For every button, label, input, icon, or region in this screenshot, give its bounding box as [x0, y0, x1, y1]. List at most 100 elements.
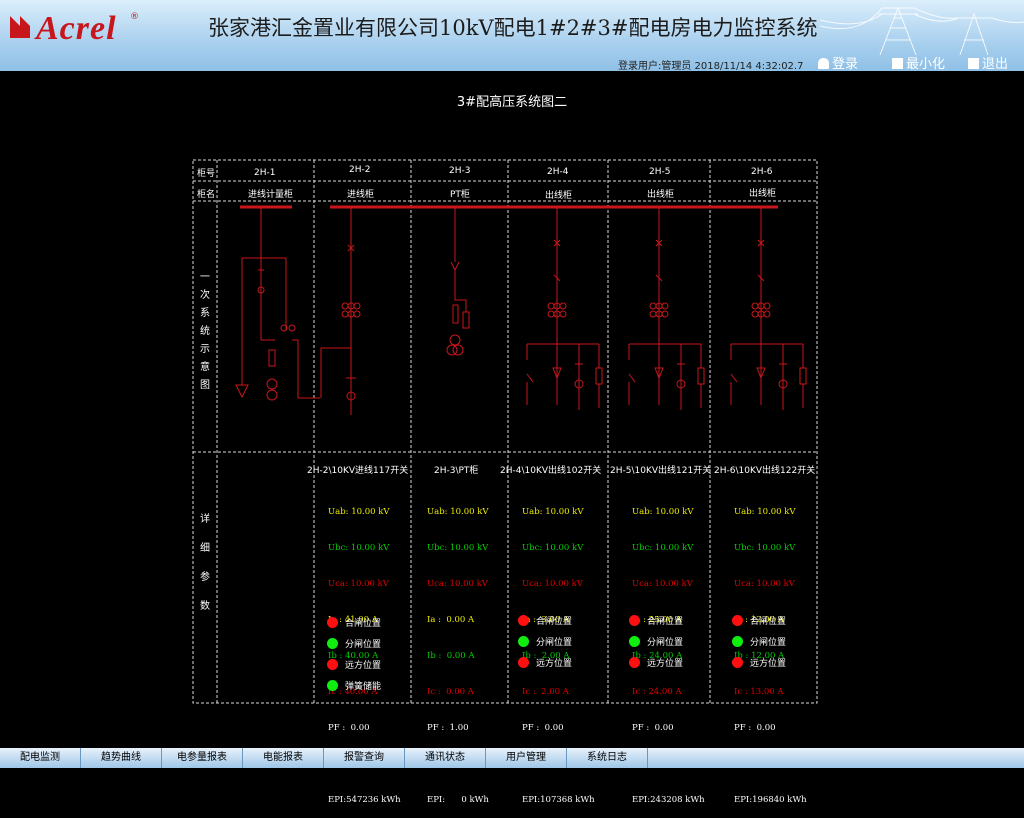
- status-remote: 远方位置: [518, 652, 572, 673]
- cabinet-2H-2-circuit: [320, 207, 361, 415]
- param-pf: PF : 0.00: [734, 723, 776, 733]
- param-uca: Uca: 10.00 kV: [734, 579, 795, 589]
- nav-tab-alarm-query[interactable]: 报警查询: [324, 748, 405, 768]
- param-uca: Uca: 10.00 kV: [632, 579, 693, 589]
- param-ubc: Ubc: 10.00 kV: [427, 543, 489, 553]
- label-char: 数: [200, 601, 210, 612]
- cabinet-no-2H-2: 2H-2: [349, 165, 371, 175]
- label-char: 参: [200, 572, 210, 583]
- status-open: 分闸位置: [327, 633, 381, 654]
- label-char: 示: [200, 344, 210, 355]
- status-label: 分闸位置: [345, 640, 382, 650]
- param-epi: EPI:243208 kWh: [632, 795, 705, 805]
- param-epi: EPI:547236 kWh: [328, 795, 401, 805]
- param-ic: Ic : 13.00 A: [734, 687, 784, 697]
- status-closed: 合闸位置: [732, 610, 786, 631]
- status-list-2H-4: 合闸位置 分闸位置 远方位置: [518, 610, 572, 673]
- cabinet-no-2H-1: 2H-1: [254, 168, 276, 178]
- nav-tab-trend-curve[interactable]: 趋势曲线: [81, 748, 162, 768]
- label-char: 图: [200, 380, 210, 391]
- status-remote: 远方位置: [327, 654, 381, 675]
- param-pf: PF : 0.00: [632, 723, 674, 733]
- status-led-icon: [518, 636, 529, 647]
- single-line-diagram: [192, 159, 818, 704]
- status-remote: 远方位置: [629, 652, 683, 673]
- row-label-cabinet-no: 柜号: [197, 169, 216, 179]
- param-epi: EPI:196840 kWh: [734, 795, 807, 805]
- feeder-circuit: [628, 207, 705, 410]
- cabinet-name-2H-4: 出线柜: [545, 191, 573, 201]
- panel-title-2H-5: 2H-5\10KV出线121开关: [610, 466, 712, 476]
- param-epi: EPI:107368 kWh: [522, 795, 595, 805]
- cabinet-name-2H-6: 出线柜: [749, 189, 777, 199]
- cabinet-no-2H-3: 2H-3: [449, 166, 471, 176]
- label-char: 次: [200, 290, 210, 301]
- table-grid: [192, 159, 818, 704]
- panel-title-2H-4: 2H-4\10KV出线102开关: [500, 466, 602, 476]
- param-ubc: Ubc: 10.00 kV: [522, 543, 584, 553]
- param-uca: Uca: 10.00 kV: [427, 579, 488, 589]
- param-ic: Ic : 24.00 A: [632, 687, 682, 697]
- nav-tab-system-log[interactable]: 系统日志: [567, 748, 648, 768]
- param-uab: Uab: 10.00 kV: [632, 507, 694, 517]
- status-led-icon: [327, 659, 338, 670]
- label-char: 细: [200, 543, 210, 554]
- status-led-icon: [327, 638, 338, 649]
- status-label: 弹簧储能: [345, 682, 382, 692]
- outgoing-feeders: [526, 207, 807, 410]
- param-epi: EPI: 0 kWh: [427, 795, 489, 805]
- label-char: 统: [200, 326, 210, 337]
- status-label: 分闸位置: [536, 638, 573, 648]
- status-closed: 合闸位置: [629, 610, 683, 631]
- label-char: 意: [200, 362, 210, 373]
- param-ubc: Ubc: 10.00 kV: [328, 543, 390, 553]
- cabinet-2H-1-circuit: [235, 207, 320, 401]
- status-label: 合闸位置: [647, 617, 684, 627]
- nav-tab-parameter-report[interactable]: 电参量报表: [162, 748, 243, 768]
- status-led-icon: [518, 657, 529, 668]
- row-label-cabinet-name: 柜名: [197, 190, 216, 200]
- label-char: 一: [200, 272, 210, 283]
- param-uab: Uab: 10.00 kV: [328, 507, 390, 517]
- status-list-2H-5: 合闸位置 分闸位置 远方位置: [629, 610, 683, 673]
- panel-title-2H-2: 2H-2\10KV进线117开关: [307, 466, 409, 476]
- param-pf: PF : 0.00: [328, 723, 370, 733]
- status-label: 远方位置: [750, 659, 787, 669]
- status-led-icon: [629, 657, 640, 668]
- status-label: 远方位置: [345, 661, 382, 671]
- status-label: 分闸位置: [647, 638, 684, 648]
- cabinet-no-2H-5: 2H-5: [649, 167, 671, 177]
- nav-tab-energy-report[interactable]: 电能报表: [243, 748, 324, 768]
- param-uca: Uca: 10.00 kV: [522, 579, 583, 589]
- status-led-icon: [327, 680, 338, 691]
- cabinet-name-2H-2: 进线柜: [347, 190, 375, 200]
- nav-tab-comm-status[interactable]: 通讯状态: [405, 748, 486, 768]
- cabinet-no-2H-4: 2H-4: [547, 167, 569, 177]
- cabinet-no-2H-6: 2H-6: [751, 167, 773, 177]
- cabinet-name-2H-1: 进线计量柜: [248, 190, 294, 200]
- param-uca: Uca: 10.00 kV: [328, 579, 389, 589]
- status-closed: 合闸位置: [327, 612, 381, 633]
- nav-tab-user-management[interactable]: 用户管理: [486, 748, 567, 768]
- nav-tab-power-monitor[interactable]: 配电监测: [0, 748, 81, 768]
- status-label: 合闸位置: [345, 619, 382, 629]
- status-label: 远方位置: [536, 659, 573, 669]
- status-open: 分闸位置: [629, 631, 683, 652]
- status-spring: 弹簧储能: [327, 675, 381, 696]
- panel-title-2H-3: 2H-3\PT柜: [434, 466, 479, 476]
- status-led-icon: [629, 636, 640, 647]
- param-pf: PF : 0.00: [522, 723, 564, 733]
- status-led-icon: [732, 636, 743, 647]
- status-list-2H-2: 合闸位置 分闸位置 远方位置 弹簧储能: [327, 612, 381, 696]
- param-pf: PF : 1.00: [427, 723, 469, 733]
- param-ib: Ib : 0.00 A: [427, 651, 475, 661]
- label-char: 详: [200, 514, 210, 525]
- status-list-2H-6: 合闸位置 分闸位置 远方位置: [732, 610, 786, 673]
- feeder-circuit: [730, 207, 807, 410]
- panel-title-2H-6: 2H-6\10KV出线122开关: [714, 466, 816, 476]
- status-led-icon: [732, 657, 743, 668]
- cabinet-name-2H-5: 出线柜: [647, 190, 675, 200]
- row-label-details: 详 细 参 数: [198, 510, 212, 626]
- param-ubc: Ubc: 10.00 kV: [734, 543, 796, 553]
- row-label-primary-diagram: 一 次 系 统 示 意 图: [198, 268, 212, 394]
